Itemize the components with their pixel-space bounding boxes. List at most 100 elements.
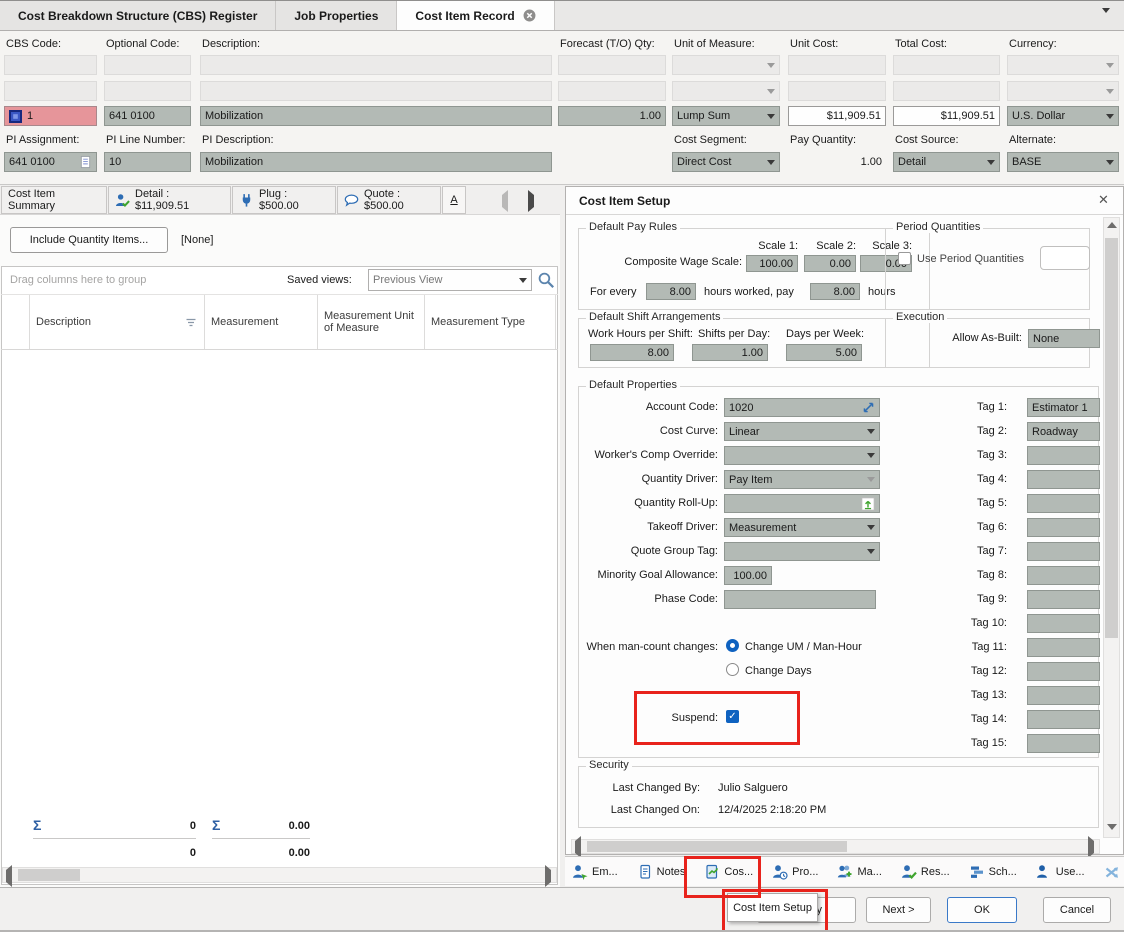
- scroll-left-icon[interactable]: [6, 870, 12, 882]
- tab-job-properties[interactable]: Job Properties: [276, 1, 397, 30]
- close-panel-icon[interactable]: ✕: [1098, 192, 1109, 208]
- tag-field-3[interactable]: [1027, 446, 1100, 465]
- tab-quote[interactable]: Quote : $500.00: [337, 186, 441, 214]
- toolbar-button-use[interactable]: Use...: [1036, 864, 1085, 880]
- use-period-quantities-checkbox[interactable]: [898, 252, 911, 265]
- tag-field-1[interactable]: Estimator 1: [1027, 398, 1100, 417]
- change-um-radio[interactable]: [726, 639, 739, 652]
- grid-header-measurement[interactable]: Measurement: [205, 295, 318, 349]
- prop-field-7[interactable]: 100.00: [724, 566, 772, 585]
- prop-field-4[interactable]: [724, 494, 880, 513]
- grid-header-description[interactable]: Description: [30, 295, 205, 349]
- scroll-thumb[interactable]: [18, 869, 80, 881]
- scale-1-field[interactable]: 100.00: [746, 255, 798, 272]
- subtab-scroll-left-icon[interactable]: [502, 195, 508, 207]
- empty-field-unit_cost-2[interactable]: [788, 81, 886, 101]
- include-quantity-items-button[interactable]: Include Quantity Items...: [10, 227, 168, 253]
- scroll-up-icon[interactable]: [1107, 222, 1117, 228]
- cancel-button[interactable]: Cancel: [1043, 897, 1111, 923]
- scroll-thumb[interactable]: [1105, 238, 1118, 638]
- empty-field-uom-2[interactable]: [672, 81, 780, 101]
- ok-button[interactable]: OK: [947, 897, 1017, 923]
- prop-field-8[interactable]: [724, 590, 876, 609]
- tag-field-7[interactable]: [1027, 542, 1100, 561]
- allow-as-built-field[interactable]: None: [1028, 329, 1100, 348]
- shift-field-0[interactable]: 8.00: [590, 344, 674, 361]
- empty-field-unit_cost-1[interactable]: [788, 55, 886, 75]
- prop-field-5[interactable]: Measurement: [724, 518, 880, 537]
- suspend-checkbox[interactable]: ✓: [726, 710, 739, 723]
- toolbar-button-ma[interactable]: Ma...: [837, 864, 881, 880]
- quantity-rollup-icon[interactable]: [861, 497, 875, 511]
- prop-field-6[interactable]: [724, 542, 880, 561]
- tab-overflow-icon[interactable]: [1102, 13, 1110, 25]
- alternate-field[interactable]: BASE: [1007, 152, 1119, 172]
- prop-field-2[interactable]: [724, 446, 880, 465]
- tag-field-4[interactable]: [1027, 470, 1100, 489]
- scale-2-field[interactable]: 0.00: [804, 255, 856, 272]
- scroll-thumb[interactable]: [587, 841, 847, 852]
- grid-header-measurement-type[interactable]: Measurement Type: [425, 295, 556, 349]
- cost_segment-field[interactable]: Direct Cost: [672, 152, 780, 172]
- cost_source-field[interactable]: Detail: [893, 152, 1000, 172]
- tab-cost-item-summary[interactable]: Cost Item Summary: [1, 186, 107, 214]
- scroll-left-icon[interactable]: [575, 841, 581, 853]
- account-code-picker-icon[interactable]: [862, 401, 875, 414]
- scroll-down-icon[interactable]: [1107, 824, 1117, 830]
- toolbar-button-cos[interactable]: Cos...: [704, 864, 753, 880]
- tag-field-5[interactable]: [1027, 494, 1100, 513]
- tab-detail[interactable]: Detail : $11,909.51: [108, 186, 231, 214]
- saved-views-dropdown[interactable]: Previous View: [368, 269, 532, 291]
- sort-icon[interactable]: [184, 315, 198, 329]
- tab-partial[interactable]: A: [442, 186, 466, 214]
- prop-field-3[interactable]: Pay Item: [724, 470, 880, 489]
- prop-field-1[interactable]: Linear: [724, 422, 880, 441]
- tag-field-11[interactable]: [1027, 638, 1100, 657]
- empty-field-total_cost-1[interactable]: [893, 55, 1000, 75]
- tab-plug[interactable]: Plug : $500.00: [232, 186, 336, 214]
- uom-field[interactable]: Lump Sum: [672, 106, 780, 126]
- tag-field-12[interactable]: [1027, 662, 1100, 681]
- pi_description-field[interactable]: Mobilization: [200, 152, 552, 172]
- search-icon[interactable]: [537, 271, 555, 292]
- tab-cbs-register[interactable]: Cost Breakdown Structure (CBS) Register: [0, 1, 276, 30]
- tag-field-8[interactable]: [1027, 566, 1100, 585]
- toolbar-button-em[interactable]: Em...: [572, 864, 618, 880]
- empty-field-optional_code-1[interactable]: [104, 55, 191, 75]
- shift-field-1[interactable]: 1.00: [692, 344, 768, 361]
- toolbar-button-notes[interactable]: Notes: [637, 864, 686, 880]
- toolbar-button-res[interactable]: Res...: [901, 864, 950, 880]
- prop-field-0[interactable]: 1020: [724, 398, 880, 417]
- tab-cost-item-record[interactable]: Cost Item Record: [397, 1, 554, 30]
- empty-field-cbs_code-1[interactable]: [4, 55, 97, 75]
- empty-field-forecast_qty-1[interactable]: [558, 55, 666, 75]
- tag-field-9[interactable]: [1027, 590, 1100, 609]
- empty-field-description-1[interactable]: [200, 55, 552, 75]
- empty-field-cbs_code-2[interactable]: [4, 81, 97, 101]
- forecast_qty-field[interactable]: 1.00: [558, 106, 666, 126]
- tag-field-15[interactable]: [1027, 734, 1100, 753]
- empty-field-currency-1[interactable]: [1007, 55, 1119, 75]
- pi_line_number-field[interactable]: 10: [104, 152, 191, 172]
- description-field[interactable]: Mobilization: [200, 106, 552, 126]
- pay_quantity-field[interactable]: 1.00: [788, 152, 886, 172]
- close-tab-icon[interactable]: [523, 9, 536, 22]
- empty-field-total_cost-2[interactable]: [893, 81, 1000, 101]
- subtab-scroll-right-icon[interactable]: [528, 195, 534, 207]
- scroll-right-icon[interactable]: [545, 870, 551, 882]
- period-quantities-field[interactable]: [1040, 246, 1090, 270]
- empty-field-currency-2[interactable]: [1007, 81, 1119, 101]
- next-button[interactable]: Next >: [866, 897, 931, 923]
- tag-field-14[interactable]: [1027, 710, 1100, 729]
- toolbar-button-pro[interactable]: Pro...: [772, 864, 818, 880]
- currency-field[interactable]: U.S. Dollar: [1007, 106, 1119, 126]
- cbs_code-field[interactable]: 1: [4, 106, 97, 126]
- tag-field-2[interactable]: Roadway: [1027, 422, 1100, 441]
- tag-field-6[interactable]: [1027, 518, 1100, 537]
- shift-field-2[interactable]: 5.00: [786, 344, 862, 361]
- unit_cost-field[interactable]: $11,909.51: [788, 106, 886, 126]
- empty-field-description-2[interactable]: [200, 81, 552, 101]
- pay-hours-field[interactable]: 8.00: [810, 283, 860, 300]
- toolbar-button-ben[interactable]: Ben...: [1104, 864, 1124, 880]
- empty-field-optional_code-2[interactable]: [104, 81, 191, 101]
